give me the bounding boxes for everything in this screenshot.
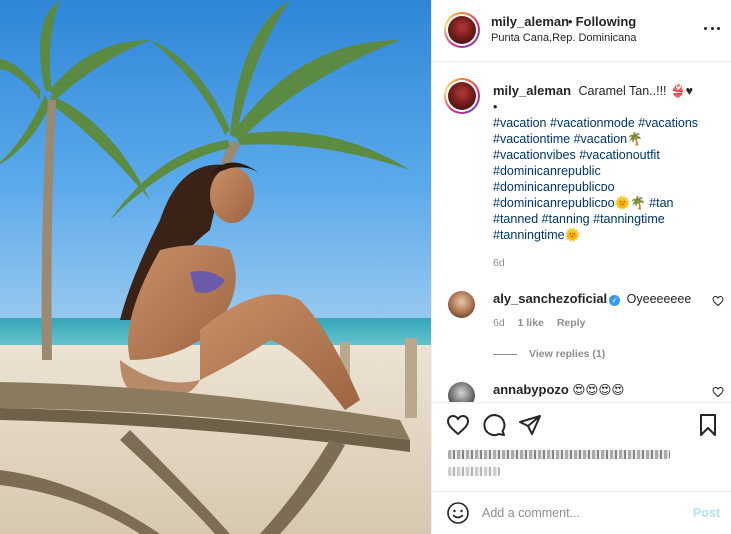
caption-author-avatar[interactable] [444, 78, 480, 114]
view-replies-button[interactable]: View replies (1) [493, 348, 605, 360]
comments-section[interactable]: mily_aleman Caramel Tan..!!! 👙♥ • #vacat… [432, 62, 731, 402]
obscured-likes-text [448, 450, 670, 459]
paper-plane-icon[interactable] [518, 413, 542, 437]
hashtag-link[interactable]: #tan [649, 196, 673, 210]
bookmark-icon[interactable] [696, 413, 720, 437]
hashtag-link[interactable]: #dominicanrepublic [493, 164, 601, 178]
comment-item: annabypozo 😍😍😍😍 [444, 378, 724, 402]
caption-age[interactable]: 6d [493, 257, 505, 269]
comment-text: aly_sanchezoficial ✓ Oyeeeeeee [493, 291, 691, 306]
commenter-avatar[interactable] [448, 291, 475, 318]
post-comment-button[interactable]: Post [693, 506, 720, 520]
follow-status[interactable]: • Following [568, 14, 636, 29]
commenter-avatar[interactable] [448, 382, 475, 402]
comment-age[interactable]: 6d [493, 317, 505, 329]
hashtag-link[interactable]: #dominicanrepublicᴅᴏ [493, 180, 615, 194]
caption-bullet: • [493, 100, 498, 114]
hashtag-link[interactable]: #vacation [493, 116, 547, 130]
comment-meta: 6d 1 like Reply [493, 317, 595, 329]
hashtag-link[interactable]: #tanningtime🌞 [493, 228, 580, 242]
post-actions [432, 402, 731, 502]
caption-text: mily_aleman Caramel Tan..!!! 👙♥ • #vacat… [493, 83, 721, 243]
comment-body: Oyeeeeeee [626, 292, 692, 306]
hashtag-link[interactable]: #vacationtime [493, 132, 570, 146]
hashtag-link[interactable]: #tanningtime [593, 212, 665, 226]
post-location[interactable]: Punta Cana,Rep. Dominicana [491, 32, 637, 44]
hashtag-link[interactable]: #vacation🌴 [574, 132, 643, 146]
beach-photo-image [0, 0, 431, 534]
speech-bubble-icon[interactable] [482, 413, 506, 437]
comment-item: aly_sanchezoficial ✓ Oyeeeeeee 6d 1 like … [444, 287, 724, 367]
hashtag-link[interactable]: #dominicanrepublicᴅᴏ🌞🌴 [493, 196, 646, 210]
reply-button[interactable]: Reply [557, 317, 586, 329]
more-horizontal-icon[interactable] [704, 20, 720, 36]
caption-body: Caramel Tan..!!! 👙♥ [578, 84, 693, 98]
hashtag-link[interactable]: #tanned [493, 212, 538, 226]
hashtag-link[interactable]: #vacationvibes [493, 148, 576, 162]
comment-like-heart-icon[interactable] [712, 386, 724, 398]
smiley-icon[interactable] [446, 501, 470, 525]
comment-text: annabypozo 😍😍😍😍 [493, 382, 624, 397]
comment-body: 😍😍😍😍 [572, 383, 625, 397]
hashtag-link[interactable]: #tanning [542, 212, 590, 226]
hashtag-link[interactable]: #vacations [638, 116, 698, 130]
commenter-username[interactable]: annabypozo [493, 382, 569, 397]
follow-status-label[interactable]: Following [576, 14, 637, 29]
post-header: mily_aleman • Following Punta Cana,Rep. D… [432, 0, 731, 62]
author-username[interactable]: mily_aleman [491, 14, 569, 29]
author-avatar[interactable] [444, 12, 480, 48]
add-comment-bar: Post [432, 491, 731, 534]
replies-divider [493, 353, 517, 355]
hashtag-link[interactable]: #vacationoutfit [579, 148, 660, 162]
hashtag-list: #vacation #vacationmode #vacations #vacat… [493, 116, 698, 242]
view-replies-label[interactable]: View replies (1) [529, 348, 605, 360]
post-side-panel: mily_aleman • Following Punta Cana,Rep. D… [431, 0, 731, 534]
comment-likes[interactable]: 1 like [518, 317, 544, 329]
caption-author[interactable]: mily_aleman [493, 83, 571, 98]
commenter-username[interactable]: aly_sanchezoficial [493, 291, 607, 306]
verified-badge-icon: ✓ [609, 295, 621, 306]
obscured-date-text [448, 467, 500, 476]
comment-input[interactable] [482, 502, 682, 524]
hashtag-link[interactable]: #vacationmode [550, 116, 635, 130]
heart-icon[interactable] [446, 413, 470, 437]
comment-like-heart-icon[interactable] [712, 295, 724, 307]
post-photo[interactable] [0, 0, 431, 534]
